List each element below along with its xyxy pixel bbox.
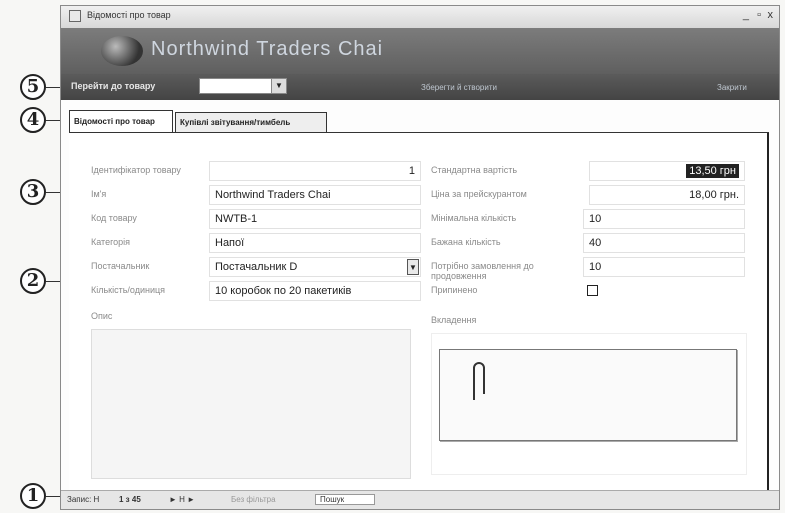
label-name: Ім'я	[91, 189, 107, 199]
field-product-code[interactable]: NWTB-1	[209, 209, 421, 229]
form-icon	[69, 10, 81, 22]
field-name[interactable]: Northwind Traders Chai	[209, 185, 421, 205]
label-product-id: Ідентифікатор товару	[91, 165, 181, 175]
label-standard-cost: Стандартна вартість	[431, 165, 518, 175]
maximize-button[interactable]: ▫	[757, 9, 761, 21]
callout-5: 5	[20, 74, 46, 100]
field-standard-cost[interactable]: 13,50 грн	[589, 161, 745, 181]
label-description: Опис	[91, 311, 113, 321]
field-quantity-per-unit[interactable]: 10 коробок по 20 пакетиків	[209, 281, 421, 301]
label-attachments: Вкладення	[431, 315, 477, 325]
field-supplier[interactable]: Постачальник D ▼	[209, 257, 421, 277]
field-category[interactable]: Напої	[209, 233, 421, 253]
form-border-right	[767, 133, 769, 493]
window-title: Відомості про товар	[87, 10, 171, 20]
save-and-new-link[interactable]: Зберегти й створити	[421, 83, 497, 92]
title-bar: Відомості про товар _ ▫ x	[61, 6, 779, 29]
tab-product-details[interactable]: Відомості про товар	[69, 110, 173, 132]
label-list-price: Ціна за прейскурантом	[431, 189, 527, 199]
close-button[interactable]: x	[768, 9, 774, 21]
label-supplier: Постачальник	[91, 261, 150, 271]
field-attachments[interactable]	[439, 349, 737, 441]
supplier-value: Постачальник D	[215, 261, 298, 273]
tab-purchase-history[interactable]: Купівлі звітування/тимбель	[175, 112, 327, 132]
banner-title: Northwind Traders Chai	[151, 38, 384, 60]
form-header-banner: Northwind Traders Chai	[61, 28, 779, 74]
filter-indicator[interactable]: Без фільтра	[231, 495, 276, 504]
paperclip-icon	[473, 362, 485, 400]
record-position[interactable]: 1 з 45	[119, 495, 141, 504]
minimize-button[interactable]: _	[743, 9, 749, 21]
navigation-bar: Перейти до товару ▼ Зберегти й створити …	[61, 74, 779, 100]
field-target-quantity[interactable]: 40	[583, 233, 745, 253]
standard-cost-value: 13,50 грн	[686, 164, 739, 178]
callout-1: 1	[20, 483, 46, 509]
label-category: Категорія	[91, 237, 131, 247]
product-logo-icon	[101, 36, 143, 66]
goto-product-combo[interactable]: ▼	[199, 78, 287, 94]
callout-2: 2	[20, 268, 46, 294]
label-target-quantity: Бажана кількість	[431, 237, 501, 247]
search-box[interactable]: Пошук	[315, 494, 376, 505]
field-description[interactable]	[91, 329, 411, 479]
next-record-buttons[interactable]: ► H ►	[169, 495, 195, 504]
label-min-quantity: Мінімальна кількість	[431, 213, 517, 223]
field-product-id[interactable]: 1	[209, 161, 421, 181]
goto-product-label: Перейти до товару	[71, 81, 156, 91]
label-quantity-per-unit: Кількість/одиниця	[91, 285, 166, 295]
field-list-price[interactable]: 18,00 грн.	[589, 185, 745, 205]
label-discontinued: Припинено	[431, 285, 478, 295]
close-form-link[interactable]: Закрити	[717, 83, 747, 92]
field-min-quantity[interactable]: 10	[583, 209, 745, 229]
record-navigation-bar: Запис: H 1 з 45 ► H ► Без фільтра Пошук	[61, 490, 779, 509]
product-form: Ідентифікатор товару 1 Ім'я Northwind Tr…	[69, 132, 769, 493]
callout-4: 4	[20, 107, 46, 133]
record-label: Запис: H	[67, 495, 100, 504]
chevron-down-icon[interactable]: ▼	[407, 259, 419, 275]
chevron-down-icon[interactable]: ▼	[271, 79, 286, 93]
callout-3: 3	[20, 179, 46, 205]
discontinued-checkbox[interactable]	[587, 285, 598, 296]
app-window: Відомості про товар _ ▫ x Northwind Trad…	[60, 5, 780, 510]
field-reorder-level[interactable]: 10	[583, 257, 745, 277]
label-reorder-level: Потрібно замовлення до продовження	[431, 261, 534, 281]
label-product-code: Код товару	[91, 213, 137, 223]
